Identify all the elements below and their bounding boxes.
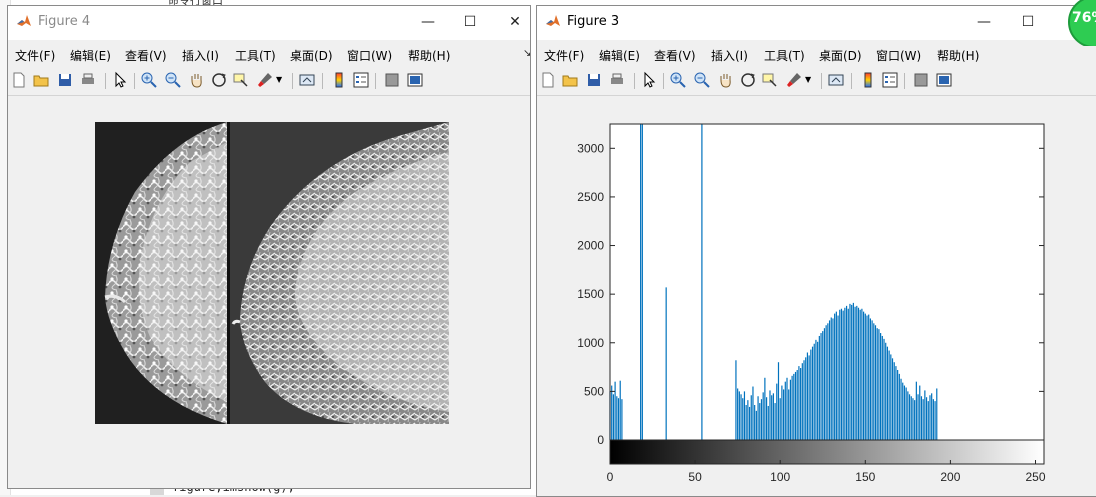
menu-window[interactable]: 窗口(W) bbox=[876, 47, 921, 64]
matlab-logo-icon bbox=[17, 15, 31, 26]
y-tick-label: 1500 bbox=[577, 287, 604, 301]
toolbar-separator bbox=[375, 73, 376, 89]
show-plot-tools-icon[interactable] bbox=[406, 71, 424, 89]
toolbar-separator bbox=[663, 73, 664, 89]
toolbar-separator bbox=[292, 73, 293, 89]
brush-icon[interactable] bbox=[256, 71, 274, 89]
plot-area bbox=[610, 124, 1044, 440]
menu-desktop[interactable]: 桌面(D) bbox=[819, 47, 862, 64]
open-file-icon[interactable] bbox=[32, 71, 50, 89]
toolbar-separator bbox=[851, 73, 852, 89]
colorbar bbox=[609, 439, 1045, 465]
new-figure-icon[interactable] bbox=[10, 71, 28, 89]
print-icon[interactable] bbox=[79, 71, 97, 89]
matlab-logo-icon bbox=[546, 15, 560, 26]
maximize-button[interactable]: ☐ bbox=[460, 12, 480, 32]
show-plot-tools-icon[interactable] bbox=[935, 71, 953, 89]
figure3-title: Figure 3 bbox=[567, 14, 620, 29]
data-cursor-icon[interactable] bbox=[761, 71, 779, 89]
pointer-icon[interactable] bbox=[640, 71, 658, 89]
figure4-title: Figure 4 bbox=[38, 14, 91, 29]
y-tick-label: 0 bbox=[597, 433, 604, 447]
save-icon[interactable] bbox=[585, 71, 603, 89]
link-plot-icon[interactable] bbox=[827, 71, 845, 89]
data-cursor-icon[interactable] bbox=[232, 71, 250, 89]
x-tick-label: 200 bbox=[940, 470, 960, 484]
pan-hand-icon[interactable] bbox=[717, 71, 735, 89]
legend-icon[interactable] bbox=[881, 71, 899, 89]
menu-edit[interactable]: 编辑(E) bbox=[70, 47, 111, 64]
hide-plot-tools-icon[interactable] bbox=[912, 71, 930, 89]
brush-icon[interactable] bbox=[785, 71, 803, 89]
menu-insert[interactable]: 插入(I) bbox=[711, 47, 748, 64]
menu-overflow-icon[interactable]: ↘ bbox=[523, 48, 530, 59]
menu-window[interactable]: 窗口(W) bbox=[347, 47, 392, 64]
y-tick-label: 3000 bbox=[577, 141, 604, 155]
figure3-window: Figure 3 — ☐ 文件(F) 编辑(E) 查看(V) 插入(I) 工具(… bbox=[536, 5, 1096, 497]
toolbar-separator bbox=[634, 73, 635, 89]
menu-insert[interactable]: 插入(I) bbox=[182, 47, 219, 64]
figure3-titlebar[interactable]: Figure 3 — ☐ bbox=[537, 6, 1096, 40]
rotate-3d-icon[interactable] bbox=[210, 71, 228, 89]
zoom-in-icon[interactable] bbox=[140, 71, 158, 89]
menu-desktop[interactable]: 桌面(D) bbox=[290, 47, 333, 64]
new-figure-icon[interactable] bbox=[539, 71, 557, 89]
figure4-canvas bbox=[8, 96, 530, 488]
mammogram-image bbox=[95, 122, 449, 424]
maximize-button[interactable]: ☐ bbox=[1018, 12, 1038, 32]
toolbar-separator bbox=[105, 73, 106, 89]
menu-file[interactable]: 文件(F) bbox=[544, 47, 584, 64]
zoom-out-icon[interactable] bbox=[164, 71, 182, 89]
toolbar-separator bbox=[904, 73, 905, 89]
figure4-titlebar[interactable]: Figure 4 — ☐ ✕ bbox=[8, 6, 530, 40]
figure4-toolbar: ▼ bbox=[8, 67, 530, 96]
x-tick-label: 100 bbox=[770, 470, 790, 484]
y-tick-label: 2000 bbox=[577, 239, 604, 253]
close-button[interactable]: ✕ bbox=[505, 12, 525, 32]
save-icon[interactable] bbox=[56, 71, 74, 89]
zoom-out-icon[interactable] bbox=[693, 71, 711, 89]
menu-help[interactable]: 帮助(H) bbox=[937, 47, 979, 64]
menu-edit[interactable]: 编辑(E) bbox=[599, 47, 640, 64]
y-tick-label: 2500 bbox=[577, 190, 604, 204]
pointer-icon[interactable] bbox=[111, 71, 129, 89]
minimize-button[interactable]: — bbox=[418, 12, 438, 32]
legend-icon[interactable] bbox=[352, 71, 370, 89]
minimize-button[interactable]: — bbox=[974, 12, 994, 32]
y-tick-label: 1000 bbox=[577, 336, 604, 350]
link-plot-icon[interactable] bbox=[298, 71, 316, 89]
histogram-chart[interactable]: 0 500 1000 1500 2000 2500 3000 0 50 100 150 200 250 bbox=[537, 96, 1096, 496]
figure3-toolbar: ▼ bbox=[537, 67, 1096, 96]
percent-badge: 76% bbox=[1066, 0, 1096, 46]
figure4-menubar: 文件(F) 编辑(E) 查看(V) 插入(I) 工具(T) 桌面(D) 窗口(W… bbox=[8, 40, 530, 67]
toolbar-separator bbox=[322, 73, 323, 89]
open-file-icon[interactable] bbox=[561, 71, 579, 89]
menu-tools[interactable]: 工具(T) bbox=[764, 47, 805, 64]
x-tick-label: 50 bbox=[688, 470, 702, 484]
colorbar-icon[interactable] bbox=[859, 71, 877, 89]
percent-badge-value: 76% bbox=[1072, 10, 1096, 26]
figure3-canvas: 0 500 1000 1500 2000 2500 3000 0 50 100 150 200 250 bbox=[537, 96, 1096, 496]
figure4-window: Figure 4 — ☐ ✕ 文件(F) 编辑(E) 查看(V) 插入(I) 工… bbox=[7, 5, 531, 489]
rotate-3d-icon[interactable] bbox=[739, 71, 757, 89]
x-tick-label: 250 bbox=[1025, 470, 1045, 484]
menu-file[interactable]: 文件(F) bbox=[15, 47, 55, 64]
zoom-in-icon[interactable] bbox=[669, 71, 687, 89]
x-tick-label: 150 bbox=[855, 470, 875, 484]
hide-plot-tools-icon[interactable] bbox=[383, 71, 401, 89]
x-tick-label: 0 bbox=[607, 470, 614, 484]
toolbar-separator bbox=[134, 73, 135, 89]
figure3-menubar: 文件(F) 编辑(E) 查看(V) 插入(I) 工具(T) 桌面(D) 窗口(W… bbox=[537, 40, 1096, 67]
y-tick-label: 500 bbox=[584, 384, 604, 398]
menu-view[interactable]: 查看(V) bbox=[654, 47, 696, 64]
pan-hand-icon[interactable] bbox=[188, 71, 206, 89]
menu-help[interactable]: 帮助(H) bbox=[408, 47, 450, 64]
colorbar-icon[interactable] bbox=[330, 71, 348, 89]
toolbar-separator bbox=[821, 73, 822, 89]
menu-tools[interactable]: 工具(T) bbox=[235, 47, 276, 64]
print-icon[interactable] bbox=[608, 71, 626, 89]
menu-view[interactable]: 查看(V) bbox=[125, 47, 167, 64]
